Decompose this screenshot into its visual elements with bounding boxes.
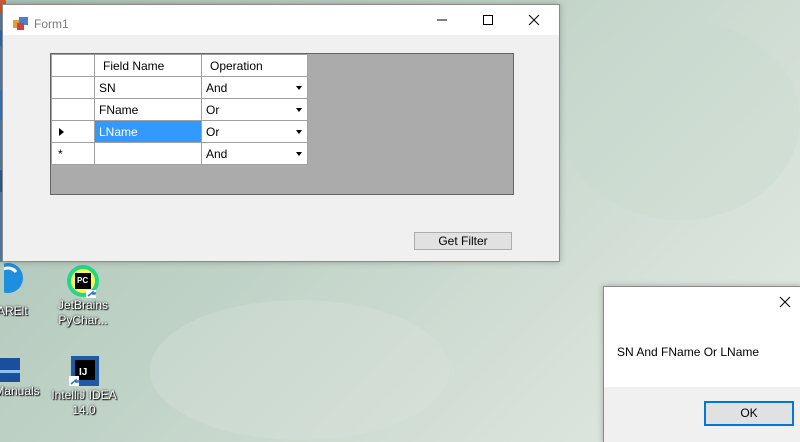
operation-value: Or bbox=[206, 102, 220, 117]
desktop-icon-label: JetBrains bbox=[57, 298, 109, 312]
dropdown-arrow-icon[interactable] bbox=[296, 130, 302, 134]
field-name-cell[interactable]: FName bbox=[94, 98, 202, 121]
desktop-icon-label: ARElt bbox=[0, 304, 28, 318]
desktop-icon-manuals[interactable]: Manuals bbox=[0, 356, 40, 399]
table-row[interactable]: FName Or bbox=[51, 98, 308, 121]
window-title: Form1 bbox=[34, 17, 69, 31]
form1-window: Form1 Field Name Operation SN And FName … bbox=[2, 4, 560, 262]
maximize-icon bbox=[483, 15, 493, 25]
column-header-label: Field Name bbox=[103, 58, 165, 73]
current-row-arrow-icon bbox=[59, 128, 64, 136]
operation-value: And bbox=[206, 146, 228, 161]
operation-value: Or bbox=[206, 124, 220, 139]
desktop-icon-pycharm[interactable]: PC JetBrains PyChar... bbox=[48, 264, 118, 328]
table-row-new[interactable]: * And bbox=[51, 142, 308, 165]
field-name-cell[interactable]: SN bbox=[94, 76, 202, 99]
svg-text:IJ: IJ bbox=[79, 367, 87, 378]
field-name-cell[interactable]: LName bbox=[94, 120, 202, 143]
field-name-cell[interactable] bbox=[94, 142, 202, 165]
table-row[interactable]: LName Or bbox=[51, 120, 308, 143]
desktop-icon-label: PyChar... bbox=[58, 313, 108, 327]
column-header-field-name[interactable]: Field Name bbox=[94, 54, 202, 77]
pycharm-icon: PC bbox=[67, 265, 99, 298]
data-grid[interactable]: Field Name Operation SN And FName Or LNa… bbox=[50, 53, 514, 195]
close-button[interactable] bbox=[511, 5, 557, 35]
table-row[interactable]: SN And bbox=[51, 76, 308, 99]
new-row-indicator: * bbox=[58, 147, 63, 161]
column-header-label: Operation bbox=[210, 58, 263, 73]
row-header[interactable] bbox=[51, 76, 95, 99]
operation-combo[interactable]: And bbox=[201, 76, 308, 99]
title-bar[interactable]: Form1 bbox=[3, 5, 559, 35]
minimize-button[interactable] bbox=[419, 5, 465, 35]
ok-button[interactable]: OK bbox=[704, 401, 794, 426]
message-close-button[interactable] bbox=[776, 293, 794, 311]
wallpaper-blob bbox=[560, 20, 800, 220]
dropdown-arrow-icon[interactable] bbox=[296, 152, 302, 156]
desktop-icon-label: IntelliJ IDEA bbox=[51, 388, 117, 402]
maximize-button[interactable] bbox=[465, 5, 511, 35]
message-text: SN And FName Or LName bbox=[617, 345, 760, 359]
row-header[interactable] bbox=[51, 120, 95, 143]
dropdown-arrow-icon[interactable] bbox=[296, 86, 302, 90]
intellij-icon: IJ bbox=[69, 356, 99, 386]
form-app-icon bbox=[13, 17, 28, 30]
desktop-icon-arelt[interactable]: ARElt bbox=[0, 262, 30, 318]
svg-text:PC: PC bbox=[77, 276, 88, 285]
operation-value: And bbox=[206, 80, 228, 95]
column-header-operation[interactable]: Operation bbox=[201, 54, 308, 77]
operation-combo[interactable]: And bbox=[201, 142, 308, 165]
desktop-icon-label: 14.0 bbox=[72, 403, 96, 417]
close-icon bbox=[779, 296, 791, 308]
message-footer: OK bbox=[604, 387, 800, 442]
grid-corner-cell[interactable] bbox=[51, 54, 95, 77]
close-icon bbox=[528, 14, 540, 26]
operation-combo[interactable]: Or bbox=[201, 120, 308, 143]
row-header[interactable] bbox=[51, 98, 95, 121]
grid-header-row: Field Name Operation bbox=[51, 54, 308, 77]
minimize-icon bbox=[437, 19, 447, 21]
message-box: SN And FName Or LName OK bbox=[603, 286, 800, 442]
dropdown-arrow-icon[interactable] bbox=[296, 108, 302, 112]
operation-combo[interactable]: Or bbox=[201, 98, 308, 121]
desktop-icon-intellij[interactable]: IJ IntelliJ IDEA 14.0 bbox=[48, 354, 120, 418]
row-header[interactable]: * bbox=[51, 142, 95, 165]
wallpaper-blob bbox=[150, 300, 450, 440]
arelt-app-icon bbox=[0, 263, 23, 293]
desktop-icon-label: Manuals bbox=[0, 384, 40, 398]
get-filter-button[interactable]: Get Filter bbox=[414, 232, 512, 250]
manuals-icon bbox=[0, 358, 20, 382]
desktop: ARElt PC JetBrains PyChar... Manuals IJ … bbox=[0, 0, 800, 442]
